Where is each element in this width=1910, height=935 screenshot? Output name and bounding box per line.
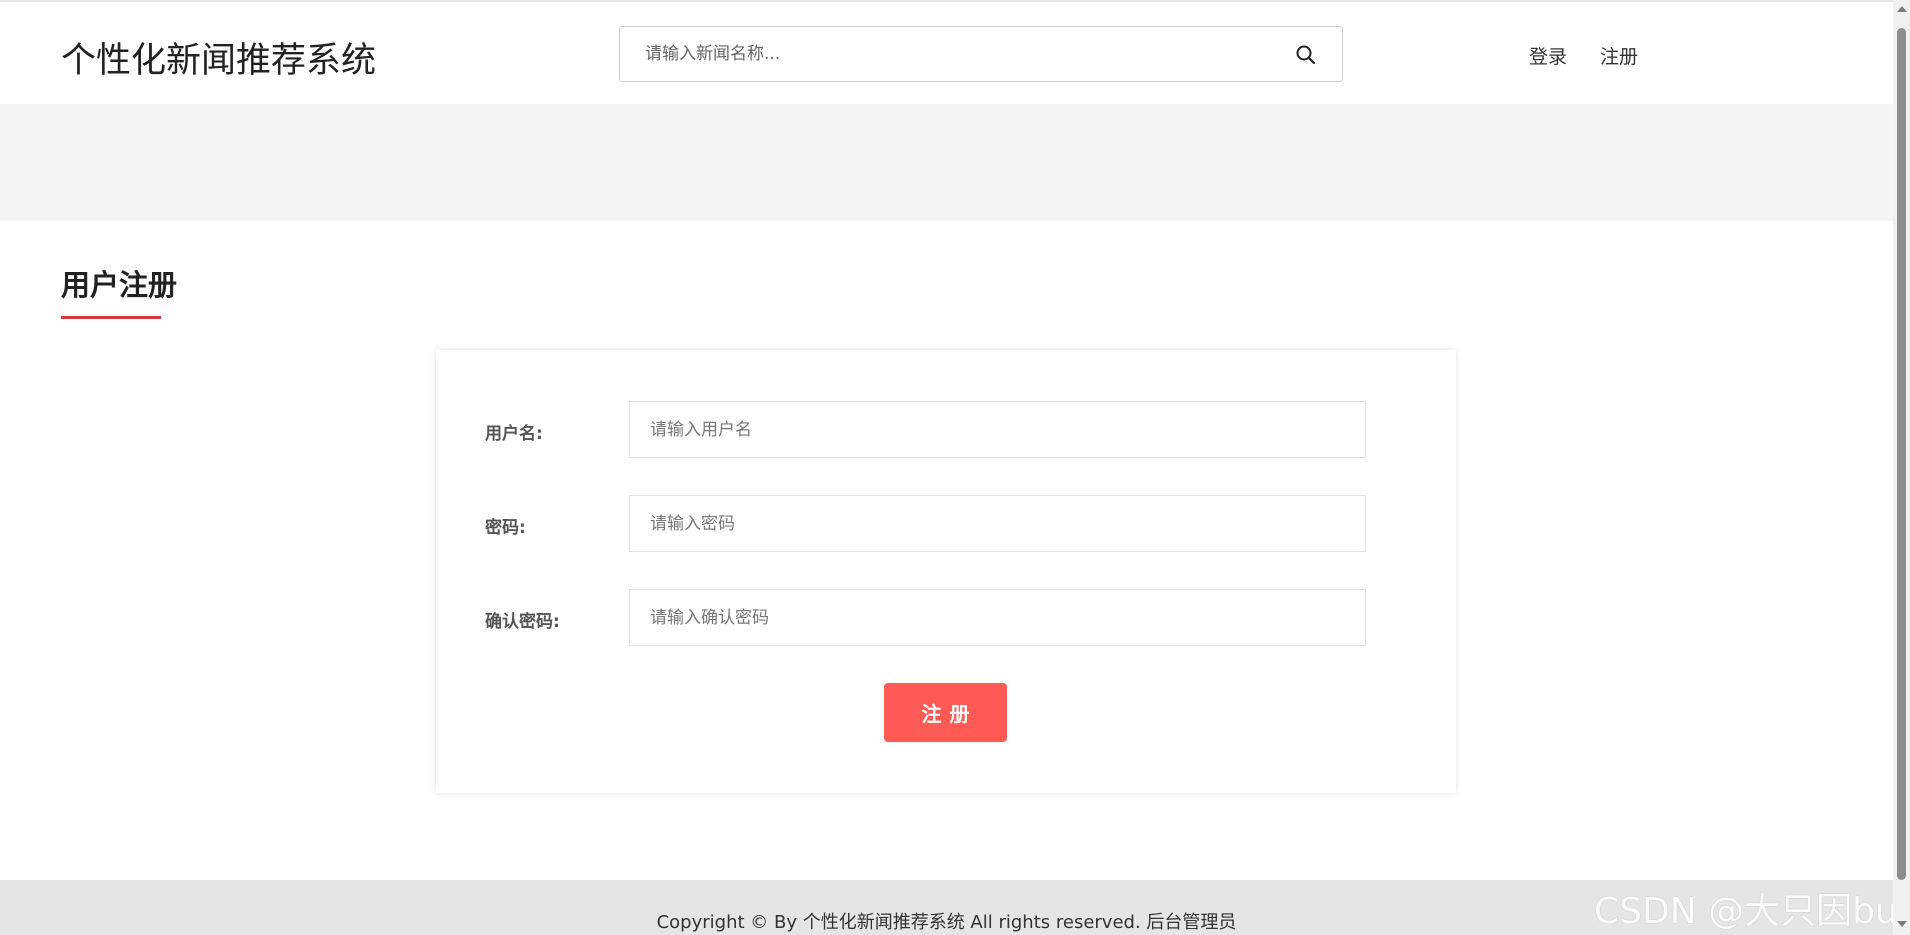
register-form-card: 用户名: 密码: 确认密码: 注册 <box>436 350 1456 793</box>
scroll-up-icon[interactable] <box>1897 6 1907 12</box>
search-input[interactable] <box>620 27 1270 81</box>
confirm-password-input[interactable] <box>629 589 1366 646</box>
hero-banner <box>0 104 1893 221</box>
scroll-down-icon[interactable] <box>1897 921 1907 927</box>
search-box <box>619 26 1343 82</box>
password-input[interactable] <box>629 495 1366 552</box>
page-title: 用户注册 <box>61 268 178 302</box>
title-underline <box>61 316 161 319</box>
search-icon[interactable] <box>1294 43 1318 67</box>
site-header: 个性化新闻推荐系统 登录 注册 <box>0 2 1893 104</box>
scrollbar-thumb[interactable] <box>1897 28 1906 880</box>
nav-register-link[interactable]: 注册 <box>1600 42 1638 69</box>
username-label: 用户名: <box>485 424 543 444</box>
confirm-password-label: 确认密码: <box>485 612 560 632</box>
username-input[interactable] <box>629 401 1366 458</box>
vertical-scrollbar[interactable] <box>1893 0 1910 935</box>
password-label: 密码: <box>485 518 526 538</box>
nav-login-link[interactable]: 登录 <box>1529 42 1567 69</box>
watermark: CSDN @大只因bug <box>1594 891 1910 932</box>
register-button[interactable]: 注册 <box>884 683 1007 742</box>
site-logo[interactable]: 个性化新闻推荐系统 <box>61 32 376 83</box>
